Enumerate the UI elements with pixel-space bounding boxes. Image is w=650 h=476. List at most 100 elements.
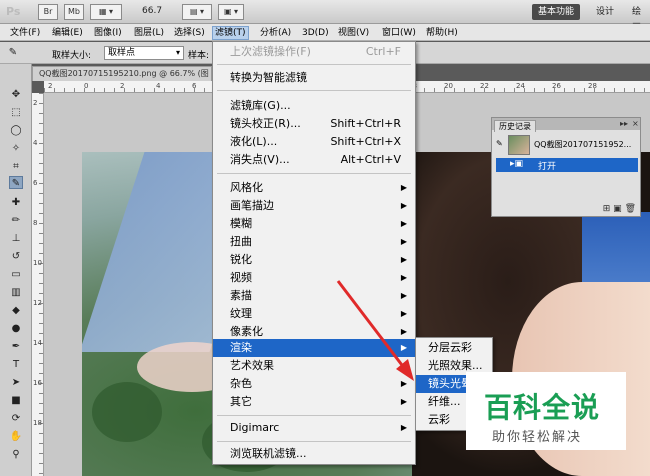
- new-document-icon[interactable]: ⊞: [603, 204, 611, 214]
- menu-select[interactable]: 选择(S): [172, 26, 207, 40]
- sample-size-select[interactable]: 取样点 ▾: [104, 46, 184, 60]
- type-tool-icon[interactable]: T: [9, 358, 23, 371]
- ruler-tick: 4: [156, 82, 161, 90]
- workspace-painting[interactable]: 绘画: [626, 4, 650, 33]
- mini-bridge-button[interactable]: Mb: [64, 4, 84, 20]
- ruler-tick: 24: [516, 82, 525, 90]
- view-extras-button[interactable]: ▦ ▾: [90, 4, 122, 20]
- menu-separator: [217, 415, 411, 416]
- submenu-label: 艺术效果: [230, 359, 274, 372]
- menu-file[interactable]: 文件(F): [8, 26, 42, 40]
- stamp-tool-icon[interactable]: ⊥: [9, 232, 23, 245]
- submenu-label: 风格化: [230, 181, 263, 194]
- history-tab[interactable]: 历史记录: [494, 120, 536, 132]
- screen-mode-button[interactable]: ▣ ▾: [218, 4, 244, 20]
- move-tool-icon[interactable]: ✥: [9, 88, 23, 101]
- last-filter-shortcut: Ctrl+F: [365, 45, 401, 58]
- menu-filter[interactable]: 滤镜(T): [212, 26, 249, 40]
- vanishing-point-item[interactable]: 消失点(V)... Alt+Ctrl+V: [213, 151, 415, 169]
- menu-image[interactable]: 图像(I): [92, 26, 124, 40]
- quick-select-tool-icon[interactable]: ✧: [9, 142, 23, 155]
- last-filter-item[interactable]: 上次滤镜操作(F) Ctrl+F: [213, 43, 415, 61]
- ruler-tick: 4: [33, 139, 38, 147]
- zoom-tool-icon[interactable]: ⚲: [9, 448, 23, 461]
- submenu-distort[interactable]: 扭曲 ▶: [213, 233, 415, 251]
- browse-filters-online-item[interactable]: 浏览联机滤镜...: [213, 445, 415, 463]
- path-select-tool-icon[interactable]: ➤: [9, 376, 23, 389]
- hand-tool-icon[interactable]: ✋: [9, 430, 23, 443]
- workspace-design[interactable]: 设计: [590, 4, 620, 20]
- sample-size-value: 取样点: [108, 48, 136, 58]
- liquify-label: 液化(L)...: [230, 135, 278, 148]
- chevron-right-icon: ▶: [400, 255, 407, 264]
- gradient-tool-icon[interactable]: ▥: [9, 286, 23, 299]
- submenu-brush-strokes[interactable]: 画笔描边 ▶: [213, 197, 415, 215]
- history-snapshot[interactable]: ✎ QQ截图201707151952...: [496, 134, 638, 156]
- ruler-tick: 6: [192, 82, 197, 90]
- blur-tool-icon[interactable]: ◆: [9, 304, 23, 317]
- menu-help[interactable]: 帮助(H): [424, 26, 460, 40]
- submenu-label: 画笔描边: [230, 199, 274, 212]
- marquee-tool-icon[interactable]: ⬚: [9, 106, 23, 119]
- panel-close-icon[interactable]: ×: [632, 119, 639, 128]
- filter-gallery-item[interactable]: 滤镜库(G)...: [213, 97, 415, 115]
- chevron-right-icon: ▶: [400, 397, 407, 406]
- trash-icon[interactable]: 🗑: [625, 204, 636, 214]
- ruler-tick: 22: [480, 82, 489, 90]
- dodge-tool-icon[interactable]: ●: [9, 322, 23, 335]
- history-step[interactable]: ▸▣ 打开: [496, 158, 638, 172]
- menu-layer[interactable]: 图层(L): [132, 26, 166, 40]
- convert-smart-filters-item[interactable]: 转换为智能滤镜: [213, 69, 415, 87]
- ruler-tick: 6: [33, 179, 38, 187]
- history-step-label: 打开: [538, 162, 557, 172]
- ruler-tick: 28: [588, 82, 597, 90]
- history-panel-footer: ⊞ ▣ 🗑: [603, 204, 636, 214]
- liquify-item[interactable]: 液化(L)... Shift+Ctrl+X: [213, 133, 415, 151]
- history-brush-tool-icon[interactable]: ↺: [9, 250, 23, 263]
- shape-tool-icon[interactable]: ■: [9, 394, 23, 407]
- submenu-sharpen[interactable]: 锐化 ▶: [213, 251, 415, 269]
- ruler-tick: 16: [33, 379, 42, 387]
- brush-source-icon[interactable]: ✎: [496, 139, 503, 148]
- collapse-icon[interactable]: ▸▸: [620, 119, 628, 128]
- menu-separator: [217, 173, 411, 174]
- eraser-tool-icon[interactable]: ▭: [9, 268, 23, 281]
- ruler-tick: 8: [33, 219, 38, 227]
- lens-correction-item[interactable]: 镜头校正(R)... Shift+Ctrl+R: [213, 115, 415, 133]
- zoom-level[interactable]: 66.7: [142, 6, 162, 16]
- eyedropper-tool-icon[interactable]: ✎: [9, 176, 23, 189]
- submenu-stylize[interactable]: 风格化 ▶: [213, 179, 415, 197]
- bridge-button[interactable]: Br: [38, 4, 58, 20]
- crop-tool-icon[interactable]: ⌗: [9, 160, 23, 173]
- render-clouds-difference-item[interactable]: 分层云彩: [416, 339, 492, 357]
- arrange-documents-button[interactable]: ▤ ▾: [182, 4, 212, 20]
- document-tab[interactable]: QQ截图20170715195210.png @ 66.7% (图: [32, 66, 212, 81]
- workspace-essentials[interactable]: 基本功能: [532, 4, 581, 20]
- toolbox: ✥ ⬚ ◯ ✧ ⌗ ✎ ✚ ✏ ⊥ ↺ ▭ ▥ ◆ ● ✒ T ➤ ■ ⟳ ✋ …: [0, 64, 32, 476]
- lasso-tool-icon[interactable]: ◯: [9, 124, 23, 137]
- menu-separator: [217, 441, 411, 442]
- convert-smart-filters-label: 转换为智能滤镜: [230, 71, 307, 84]
- menu-window[interactable]: 窗口(W): [380, 26, 418, 40]
- ruler-tick: 0: [84, 82, 89, 90]
- pen-tool-icon[interactable]: ✒: [9, 340, 23, 353]
- submenu-blur[interactable]: 模糊 ▶: [213, 215, 415, 233]
- new-snapshot-icon[interactable]: ▣: [613, 204, 622, 214]
- menu-edit[interactable]: 编辑(E): [50, 26, 85, 40]
- chevron-down-icon: ▾: [175, 48, 180, 57]
- menu-separator: [217, 64, 411, 65]
- submenu-digimarc[interactable]: Digimarc ▶: [213, 419, 415, 437]
- menu-analysis[interactable]: 分析(A): [258, 26, 293, 40]
- menu-view[interactable]: 视图(V): [336, 26, 371, 40]
- 3d-rotate-tool-icon[interactable]: ⟳: [9, 412, 23, 425]
- menu-3d[interactable]: 3D(D): [300, 26, 331, 40]
- eyedropper-icon[interactable]: ✎: [6, 46, 20, 59]
- filter-menu: 上次滤镜操作(F) Ctrl+F 转换为智能滤镜 滤镜库(G)... 镜头校正(…: [212, 41, 416, 465]
- healing-tool-icon[interactable]: ✚: [9, 196, 23, 209]
- submenu-other[interactable]: 其它 ▶: [213, 393, 415, 411]
- watermark: 百科全说 助你轻松解决: [466, 372, 626, 450]
- app-bar: Ps Br Mb ▦ ▾ 66.7 ▤ ▾ ▣ ▾ 基本功能 设计 绘画: [0, 0, 650, 33]
- brush-tool-icon[interactable]: ✏: [9, 214, 23, 227]
- photo-foliage: [92, 382, 162, 442]
- history-panel-header: 历史记录 ▸▸ ×: [492, 118, 640, 132]
